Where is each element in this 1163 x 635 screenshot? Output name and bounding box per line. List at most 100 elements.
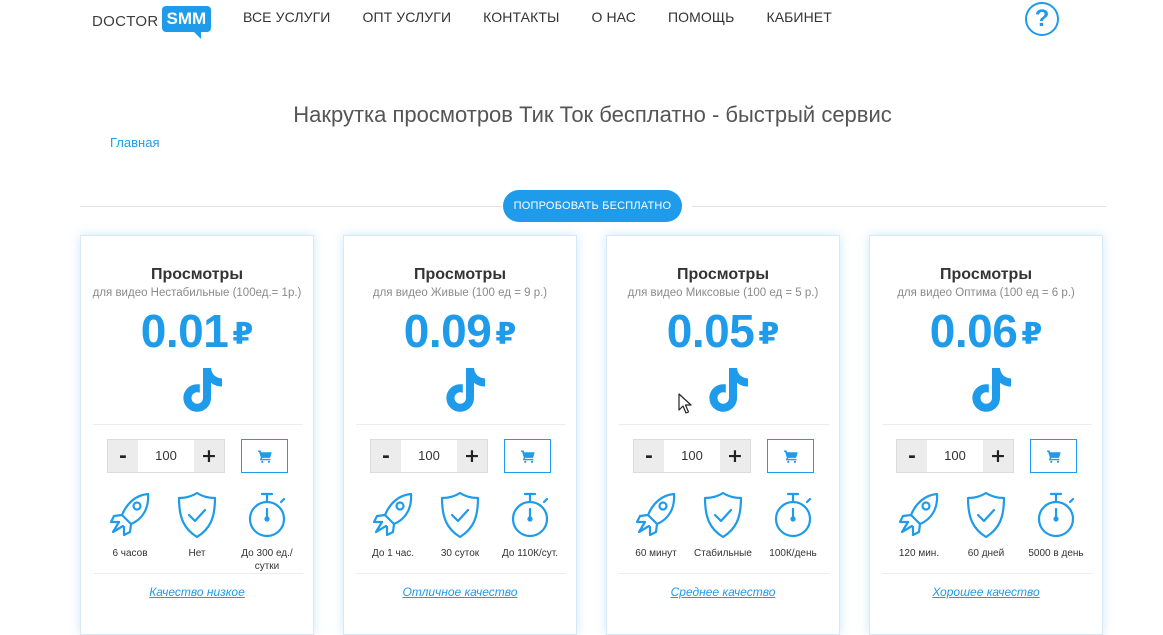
nav-contacts[interactable]: КОНТАКТЫ xyxy=(483,9,559,25)
feature-label: До 1 час. xyxy=(371,548,415,559)
quantity-stepper: - 100 + xyxy=(633,439,751,473)
stopwatch-icon xyxy=(511,492,549,538)
decrement-button[interactable]: - xyxy=(108,440,138,472)
card-separator xyxy=(882,424,1092,425)
feature-guarantee: Стабильные xyxy=(687,491,759,560)
nav-wholesale[interactable]: ОПТ УСЛУГИ xyxy=(362,9,451,25)
nav-about[interactable]: О НАС xyxy=(591,9,636,25)
service-card: Просмотры для видео Живые (100 ед = 9 р.… xyxy=(343,235,577,635)
price-value: 0.09 xyxy=(403,305,492,357)
feature-guarantee: 60 дней xyxy=(950,491,1022,560)
quantity-input[interactable]: 100 xyxy=(401,440,457,472)
feature-label: До 300 ед./ сутки xyxy=(241,548,293,572)
breadcrumb-home[interactable]: Главная xyxy=(110,135,159,150)
add-to-cart-button[interactable] xyxy=(504,439,551,473)
decrement-button[interactable]: - xyxy=(371,440,401,472)
decrement-button[interactable]: - xyxy=(634,440,664,472)
feature-label: 5000 в день xyxy=(1028,548,1084,559)
shield-check-icon xyxy=(703,491,743,539)
card-price: 0.05 ₽ xyxy=(607,304,839,358)
shield-check-icon xyxy=(966,491,1006,539)
feature-label: 60 дней xyxy=(967,548,1005,559)
card-separator xyxy=(619,424,829,425)
nav-all-services[interactable]: ВСЕ УСЛУГИ xyxy=(243,9,330,25)
page-title: Накрутка просмотров Тик Ток бесплатно - … xyxy=(293,102,892,127)
card-title: Просмотры xyxy=(413,266,506,283)
feature-label: Стабильные xyxy=(694,548,752,559)
card-subtitle: для видео Миксовые (100 ед = 5 р.) xyxy=(627,287,819,299)
stopwatch-icon xyxy=(774,492,812,538)
add-to-cart-button[interactable] xyxy=(1030,439,1077,473)
quality-link[interactable]: Среднее качество xyxy=(607,585,839,599)
rocket-icon xyxy=(898,492,939,537)
feature-speed: До 110К/сут. xyxy=(494,491,566,560)
feature-label: 120 мин. xyxy=(898,548,940,559)
service-card: Просмотры для видео Нестабильные (100ед.… xyxy=(80,235,314,635)
tiktok-icon xyxy=(709,368,748,412)
card-price: 0.01 ₽ xyxy=(81,304,313,358)
feature-speed: 5000 в день xyxy=(1020,491,1092,560)
stopwatch-icon xyxy=(248,492,286,538)
card-price: 0.06 ₽ xyxy=(870,304,1102,358)
card-price: 0.09 ₽ xyxy=(344,304,576,358)
feature-start-time: 6 часов xyxy=(94,491,166,560)
stopwatch-icon xyxy=(1037,492,1075,538)
quantity-input[interactable]: 100 xyxy=(927,440,983,472)
quality-link[interactable]: Качество низкое xyxy=(81,585,313,599)
price-value: 0.01 xyxy=(140,305,229,357)
price-currency: ₽ xyxy=(232,318,254,351)
nav-cabinet[interactable]: КАБИНЕТ xyxy=(766,9,831,25)
price-currency: ₽ xyxy=(758,318,780,351)
rocket-icon xyxy=(372,492,413,537)
service-card: Просмотры для видео Оптима (100 ед = 6 р… xyxy=(869,235,1103,635)
add-to-cart-button[interactable] xyxy=(241,439,288,473)
decrement-button[interactable]: - xyxy=(897,440,927,472)
service-cards: Просмотры для видео Нестабильные (100ед.… xyxy=(80,235,1132,635)
main-nav: ВСЕ УСЛУГИ ОПТ УСЛУГИ КОНТАКТЫ О НАС ПОМ… xyxy=(243,9,864,25)
increment-button[interactable]: + xyxy=(720,440,750,472)
tiktok-icon xyxy=(446,368,485,412)
feature-guarantee: 30 суток xyxy=(424,491,496,560)
increment-button[interactable]: + xyxy=(457,440,487,472)
quantity-input[interactable]: 100 xyxy=(138,440,194,472)
card-separator xyxy=(619,573,829,574)
card-subtitle: для видео Оптима (100 ед = 6 р.) xyxy=(897,287,1075,299)
feature-label: 100К/день xyxy=(769,548,817,559)
cart-icon xyxy=(1046,450,1061,463)
card-subtitle: для видео Нестабильные (100ед.= 1р.) xyxy=(92,287,302,299)
feature-guarantee: Нет xyxy=(161,491,233,560)
feature-label: До 110К/сут. xyxy=(501,548,559,559)
nav-help[interactable]: ПОМОЩЬ xyxy=(668,9,734,25)
rocket-icon xyxy=(635,492,676,537)
help-question-icon[interactable]: ? xyxy=(1025,2,1059,36)
card-subtitle: для видео Живые (100 ед = 9 р.) xyxy=(372,287,548,299)
increment-button[interactable]: + xyxy=(983,440,1013,472)
quantity-stepper: - 100 + xyxy=(370,439,488,473)
price-value: 0.05 xyxy=(666,305,755,357)
price-value: 0.06 xyxy=(929,305,1018,357)
quantity-input[interactable]: 100 xyxy=(664,440,720,472)
shield-check-icon xyxy=(177,491,217,539)
feature-speed: 100К/день xyxy=(757,491,829,560)
feature-label: Нет xyxy=(188,548,206,559)
quantity-stepper: - 100 + xyxy=(896,439,1014,473)
card-title: Просмотры xyxy=(676,266,769,283)
feature-start-time: 60 минут xyxy=(620,491,692,560)
logo-smm-badge: SMM xyxy=(161,6,212,39)
cart-icon xyxy=(520,450,535,463)
card-separator xyxy=(356,573,566,574)
feature-start-time: 120 мин. xyxy=(883,491,955,560)
tiktok-icon xyxy=(183,368,222,412)
tiktok-icon xyxy=(972,368,1011,412)
card-separator xyxy=(882,573,1092,574)
card-title: Просмотры xyxy=(150,266,243,283)
try-free-button[interactable]: ПОПРОБОВАТЬ БЕСПЛАТНО xyxy=(503,190,682,222)
logo[interactable]: DOCTOR SMM xyxy=(92,6,212,39)
quality-link[interactable]: Хорошее качество xyxy=(870,585,1102,599)
cart-icon xyxy=(257,450,272,463)
quality-link[interactable]: Отличное качество xyxy=(344,585,576,599)
add-to-cart-button[interactable] xyxy=(767,439,814,473)
service-card: Просмотры для видео Миксовые (100 ед = 5… xyxy=(606,235,840,635)
feature-label: 6 часов xyxy=(112,548,148,559)
increment-button[interactable]: + xyxy=(194,440,224,472)
